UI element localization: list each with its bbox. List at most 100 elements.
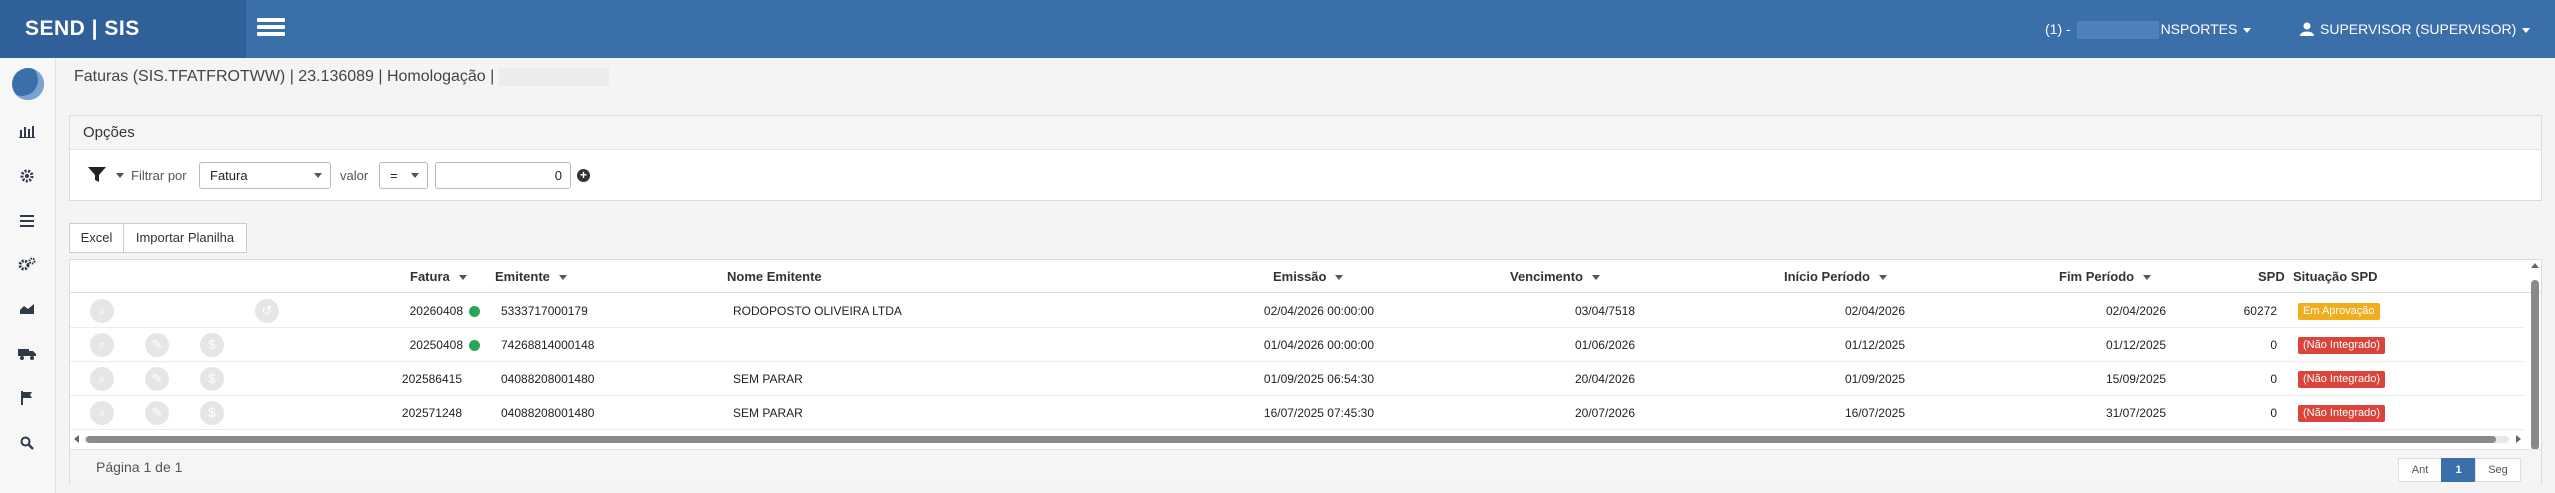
edit-action-icon[interactable]: ✎ bbox=[145, 401, 169, 425]
top-navbar: SEND | SIS (1) - NSPORTES SUPERVISOR (SU… bbox=[0, 0, 2555, 58]
horizontal-scrollbar[interactable] bbox=[70, 432, 2525, 446]
filter-field-select[interactable]: Fatura bbox=[199, 162, 331, 189]
sort-icon bbox=[1591, 275, 1600, 281]
cell-vencimento: 20/07/2026 bbox=[1520, 396, 1635, 430]
col-vencimento-label: Vencimento bbox=[1510, 269, 1583, 284]
chevron-down-icon[interactable] bbox=[116, 173, 124, 178]
filter-value-input[interactable]: 0 bbox=[435, 162, 571, 189]
scroll-left-icon[interactable] bbox=[74, 435, 79, 443]
scroll-thumb[interactable] bbox=[86, 436, 2496, 443]
prev-page-button[interactable]: Ant bbox=[2398, 458, 2442, 482]
col-fim-periodo[interactable]: Fim Período bbox=[2059, 260, 2152, 293]
view-action-icon[interactable]: ⌕ bbox=[90, 367, 114, 391]
page-1-button[interactable]: 1 bbox=[2441, 458, 2476, 482]
cell-fatura-text: 202586415 bbox=[401, 372, 462, 386]
chevron-down-icon bbox=[411, 173, 419, 178]
cell-fim-periodo: 31/07/2025 bbox=[2050, 396, 2166, 430]
gear-icon[interactable] bbox=[17, 169, 37, 189]
money-action-icon[interactable]: $ bbox=[200, 367, 224, 391]
app-logo-icon[interactable] bbox=[12, 68, 44, 100]
sort-icon bbox=[2143, 275, 2152, 281]
cell-spd: 0 bbox=[2200, 396, 2277, 430]
table-row[interactable]: ⌕ ✎ $20250408 74268814000148 01/04/2026 00:0… bbox=[70, 328, 2525, 362]
cell-emitente-text: 04088208001480 bbox=[501, 406, 595, 420]
next-page-button[interactable]: Seg bbox=[2475, 458, 2521, 482]
col-nome-emitente[interactable]: Nome Emitente bbox=[727, 260, 822, 293]
page-info: Página 1 de 1 bbox=[96, 459, 183, 475]
cell-emitente: 04088208001480 bbox=[501, 396, 594, 430]
grid-header: Fatura Emitente Nome Emitente Emissão Ve… bbox=[70, 260, 2541, 293]
search-icon[interactable] bbox=[17, 436, 37, 456]
gears-icon[interactable] bbox=[17, 257, 37, 277]
cell-vencimento-text: 03/04/7518 bbox=[1574, 304, 1635, 318]
filter-field-value: Fatura bbox=[210, 168, 248, 183]
chevron-down-icon bbox=[314, 173, 322, 178]
col-spd-label: SPD bbox=[2258, 269, 2285, 284]
user-menu[interactable]: SUPERVISOR (SUPERVISOR) bbox=[2300, 0, 2531, 58]
operator-select[interactable]: = bbox=[379, 162, 428, 189]
cell-spd-text: 0 bbox=[2270, 372, 2277, 386]
cell-spd: 0 bbox=[2200, 328, 2277, 362]
table-row[interactable]: ⌕ ↺ 20260408 5333717000179 RODOPOSTO OLIVEIR… bbox=[70, 294, 2525, 328]
cell-emissao-text: 02/04/2026 00:00:00 bbox=[1263, 304, 1374, 318]
scroll-thumb[interactable] bbox=[2531, 280, 2539, 450]
col-fatura[interactable]: Fatura bbox=[410, 260, 467, 293]
cell-inicio-periodo-text: 01/12/2025 bbox=[1844, 338, 1905, 352]
list-icon[interactable] bbox=[17, 213, 37, 233]
brand-logo[interactable]: SEND | SIS bbox=[0, 0, 246, 58]
cell-fim-periodo: 01/12/2025 bbox=[2050, 328, 2166, 362]
money-action-icon[interactable]: $ bbox=[200, 401, 224, 425]
company-selector[interactable]: (1) - NSPORTES bbox=[2045, 0, 2252, 58]
company-prefix: (1) - bbox=[2045, 21, 2071, 37]
cell-vencimento: 01/06/2026 bbox=[1520, 328, 1635, 362]
scroll-right-icon[interactable] bbox=[2516, 435, 2521, 443]
edit-action-icon[interactable]: ✎ bbox=[145, 333, 169, 357]
cell-spd: 0 bbox=[2200, 362, 2277, 396]
col-fatura-label: Fatura bbox=[410, 269, 450, 284]
vertical-scrollbar[interactable] bbox=[2529, 260, 2541, 460]
col-spd[interactable]: SPD bbox=[2258, 260, 2285, 293]
col-vencimento[interactable]: Vencimento bbox=[1510, 260, 1600, 293]
money-action-icon[interactable]: $ bbox=[200, 333, 224, 357]
bar-chart-icon[interactable] bbox=[17, 124, 37, 144]
cell-fatura: 20250408 bbox=[340, 328, 480, 362]
filter-funnel-icon[interactable] bbox=[88, 167, 106, 183]
view-action-icon[interactable]: ⌕ bbox=[90, 299, 114, 323]
cell-emitente: 04088208001480 bbox=[501, 362, 594, 396]
cell-vencimento: 03/04/7518 bbox=[1520, 294, 1635, 328]
chevron-down-icon bbox=[2522, 27, 2531, 33]
sort-icon bbox=[1878, 275, 1887, 281]
col-emissao[interactable]: Emissão bbox=[1273, 260, 1344, 293]
cell-fatura-text: 20260408 bbox=[409, 304, 463, 318]
view-action-icon[interactable]: ⌕ bbox=[90, 333, 114, 357]
truck-icon[interactable] bbox=[17, 346, 37, 366]
page-title: Faturas (SIS.TFATFROTWW) | 23.136089 | H… bbox=[74, 68, 609, 86]
cell-inicio-periodo: 16/07/2025 bbox=[1790, 396, 1905, 430]
edit-action-icon[interactable]: ✎ bbox=[145, 367, 169, 391]
scroll-up-icon[interactable] bbox=[2531, 263, 2539, 268]
cell-inicio-periodo-text: 01/09/2025 bbox=[1844, 372, 1905, 386]
view-action-icon[interactable]: ⌕ bbox=[90, 401, 114, 425]
undo-action-icon[interactable]: ↺ bbox=[255, 299, 279, 323]
status-badge: (Não Integrado) bbox=[2298, 405, 2386, 422]
add-filter-icon[interactable]: + bbox=[577, 169, 590, 182]
cell-emitente-text: 5333717000179 bbox=[501, 304, 588, 318]
user-label: SUPERVISOR (SUPERVISOR) bbox=[2320, 21, 2517, 37]
col-situacao-spd[interactable]: Situação SPD bbox=[2293, 260, 2378, 293]
import-spreadsheet-button[interactable]: Importar Planilha bbox=[123, 223, 247, 253]
col-emitente-label: Emitente bbox=[495, 269, 550, 284]
col-situacao-spd-label: Situação SPD bbox=[2293, 269, 2378, 284]
table-row[interactable]: ⌕ ✎ $202571248 04088208001480 SEM PARAR 16/07… bbox=[70, 396, 2525, 430]
user-icon bbox=[2300, 22, 2314, 36]
col-emissao-label: Emissão bbox=[1273, 269, 1327, 284]
col-inicio-periodo[interactable]: Início Período bbox=[1784, 260, 1887, 293]
cell-nome-emitente-text: SEM PARAR bbox=[733, 406, 803, 420]
area-chart-icon[interactable] bbox=[17, 301, 37, 321]
col-emitente[interactable]: Emitente bbox=[495, 260, 567, 293]
excel-button[interactable]: Excel bbox=[69, 223, 124, 253]
flag-icon[interactable] bbox=[17, 391, 37, 411]
menu-toggle-icon[interactable] bbox=[257, 18, 285, 40]
options-panel-title: Opções bbox=[70, 116, 2541, 150]
table-row[interactable]: ⌕ ✎ $202586415 04088208001480 SEM PARAR 01/09… bbox=[70, 362, 2525, 396]
status-badge: (Não Integrado) bbox=[2298, 371, 2386, 388]
